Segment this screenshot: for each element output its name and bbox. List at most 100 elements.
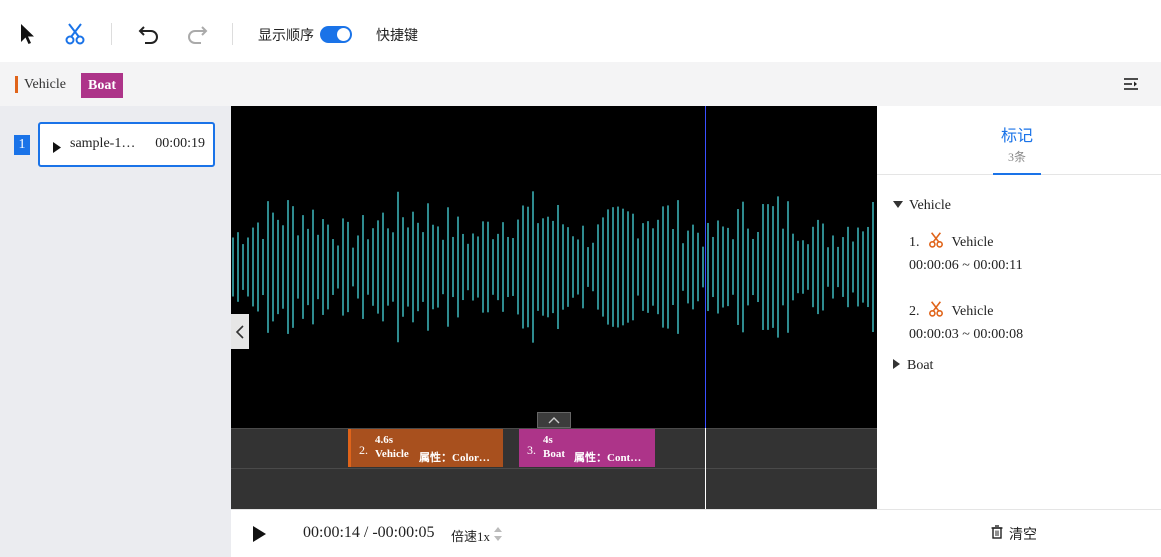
waveform-bar [812,226,814,308]
waveform-bar [627,211,629,323]
waveform-bar [862,231,864,303]
waveform-bar [427,203,429,331]
waveform-bar [397,191,399,343]
waveform-bar [802,240,804,294]
waveform-bar [287,200,289,334]
waveform-bar [672,229,674,305]
waveform-bar [352,247,354,287]
collapse-panel-icon[interactable] [1123,76,1139,97]
waveform-bar [692,224,694,310]
waveform-canvas[interactable] [231,106,877,428]
play-icon[interactable] [251,525,267,548]
file-duration: 00:00:19 [155,136,205,151]
group-name: Boat [907,358,934,373]
label-vehicle[interactable]: Vehicle [15,76,66,93]
waveform-bar [262,238,264,296]
waveform-bar [332,239,334,295]
mark-item[interactable]: 2. Vehicle [909,301,993,322]
waveform-bar [782,228,784,306]
scissors-icon[interactable] [64,23,86,45]
waveform-bar [232,237,234,297]
tab-marks[interactable]: 标记 3条 [993,122,1041,165]
chevron-up-icon[interactable] [537,412,571,428]
waveform-bar [597,224,599,310]
toolbar: 显示顺序 快捷键 [0,0,1161,62]
redo-icon[interactable] [186,24,208,44]
waveform-bar [317,234,319,300]
waveform-bar [387,228,389,306]
marks-panel: 标记 3条 Vehicle 1. Vehicle 00:00:06 ~ 00:0… [877,106,1161,509]
waveform-bar [282,225,284,309]
segment-number: 3. [527,443,536,457]
waveform-bar [242,244,244,290]
cursor-icon[interactable] [18,23,36,45]
waveform-bar [372,228,374,306]
track-divider [231,468,877,469]
segment-label: Vehicle [375,448,409,460]
segment-duration: 4.6s [375,434,394,446]
clear-button[interactable]: 清空 [991,524,1037,544]
waveform-bar [707,222,709,312]
undo-icon[interactable] [138,24,160,44]
segment-label: Boat [543,448,565,460]
waveform-bar [857,227,859,307]
waveform-bar [732,239,734,295]
waveform-bar [362,215,364,319]
waveform-bar [277,219,279,315]
waveform-bar [247,237,249,297]
shortcuts-button[interactable]: 快捷键 [376,25,418,45]
segment-number: 2. [359,443,368,457]
waveform-bar [607,209,609,325]
playback-time: 00:00:14 / -00:00:05 [303,524,435,541]
show-order-toggle[interactable] [320,26,352,43]
waveform-bar [662,206,664,328]
waveform-bar [612,207,614,327]
segment-boat[interactable]: 3. 4s Boat 属性：Cont… [519,429,655,467]
waveform-bar [552,220,554,314]
waveform-bar [402,217,404,317]
speed-stepper-icon[interactable] [493,524,503,549]
waveform-bar [827,247,829,287]
playhead[interactable] [705,106,706,428]
mark-index: 2. [909,303,920,319]
waveform-bar [312,209,314,325]
waveform-bar [532,191,534,343]
waveform-bar [447,207,449,327]
waveform-bar [302,215,304,319]
clear-label: 清空 [1009,528,1037,543]
waveform-bar [327,224,329,310]
waveform-bar [322,219,324,315]
group-name: Vehicle [909,198,951,213]
mark-item[interactable]: 1. Vehicle [909,232,993,253]
group-vehicle[interactable]: Vehicle [893,198,951,214]
waveform-bar [622,208,624,326]
scissors-icon [928,232,944,253]
waveform-bar [472,233,474,301]
chevron-left-icon[interactable] [231,314,249,349]
waveform-bar [712,236,714,298]
waveform-bar [392,232,394,302]
segment-attribute: 属性：Cont… [574,452,642,464]
segment-vehicle[interactable]: 2. 4.6s Vehicle 属性：Color… [348,429,503,467]
waveform-bar [342,218,344,316]
waveform-bar [547,216,549,318]
waveform-bar [872,201,874,333]
waveform-bar [507,236,509,298]
waveform-bar [587,247,589,287]
tab-underline [993,173,1041,175]
waveform-bar [567,227,569,307]
waveform-bar [272,212,274,322]
group-boat[interactable]: Boat [893,358,933,374]
waveform-bar [422,232,424,302]
play-icon[interactable] [52,140,62,158]
waveform-bar [867,226,869,308]
waveform-bar [527,206,529,328]
waveform-bar [487,221,489,313]
file-index-badge: 1 [14,135,30,155]
file-list-item[interactable]: sample-1… 00:00:19 [38,122,215,167]
file-name: sample-1… [70,136,136,151]
playhead-track [705,428,706,509]
label-boat[interactable]: Boat [81,73,123,98]
waveform-bar [752,238,754,296]
speed-label[interactable]: 倍速1x [451,526,490,545]
